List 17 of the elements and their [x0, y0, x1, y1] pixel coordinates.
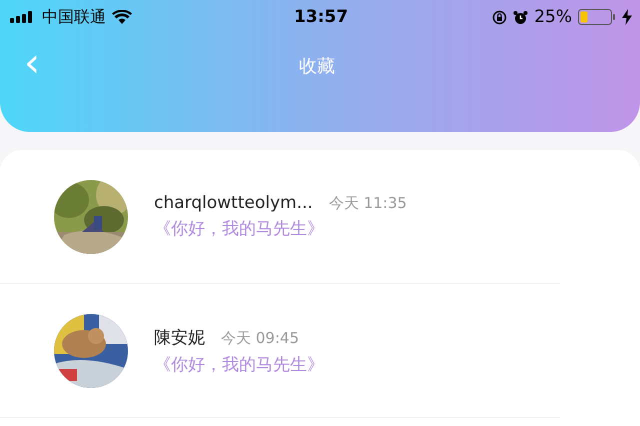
favorite-item[interactable]: 陳安妮 今天 09:45 《你好，我的马先生》 — [0, 284, 560, 418]
rotation-lock-icon — [492, 10, 508, 24]
battery-percent: 25% — [534, 7, 572, 27]
page-title: 收藏 — [299, 55, 335, 78]
book-title: 《你好，我的马先生》 — [154, 218, 325, 240]
timestamp: 今天 09:45 — [221, 328, 299, 348]
charging-icon — [622, 9, 632, 25]
favorite-item[interactable]: charqlowtteolym... 今天 11:35 《你好，我的马先生》 — [0, 150, 560, 284]
book-title: 《你好，我的马先生》 — [154, 354, 324, 376]
carrier-name: 中国联通 — [42, 6, 106, 28]
timestamp: 今天 11:35 — [328, 194, 407, 213]
user-name: charqlowtteolym... — [154, 193, 313, 213]
alarm-icon — [513, 10, 528, 24]
wifi-icon — [112, 10, 132, 24]
user-name: 陳安妮 — [154, 326, 205, 348]
clock-time: 13:57 — [294, 7, 348, 27]
battery-icon — [578, 9, 616, 25]
